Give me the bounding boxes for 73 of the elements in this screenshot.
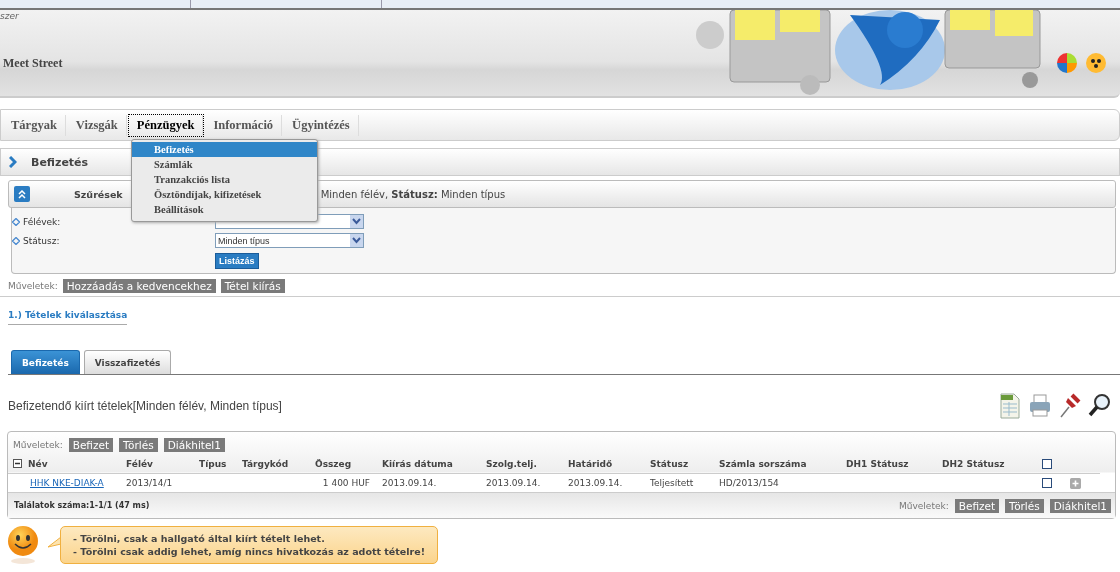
table-cell: 2013.09.14. bbox=[382, 478, 437, 488]
menu-item[interactable]: Tranzakciós lista bbox=[132, 172, 317, 187]
double-chevron-up-icon bbox=[18, 189, 26, 199]
filter-title: Szűrések bbox=[74, 188, 123, 200]
column-header: DH2 Státusz bbox=[942, 458, 1005, 469]
chevron-icon bbox=[9, 156, 17, 168]
actions-label: Műveletek: bbox=[8, 281, 58, 291]
checkbox[interactable] bbox=[1042, 478, 1052, 488]
item-link[interactable]: HHK NKE-DIAK-A bbox=[8, 478, 104, 488]
nav-tab[interactable]: Pénzügyek bbox=[128, 114, 204, 136]
smiley-icon bbox=[7, 525, 39, 565]
nav-tab[interactable]: Ügyintézés bbox=[284, 114, 359, 136]
table-cell: 2013.09.14. bbox=[568, 478, 623, 488]
menu-item[interactable]: Ösztöndíjak, kifizetések bbox=[132, 187, 317, 202]
actions-label: Műveletek: bbox=[899, 500, 949, 511]
field-label: Státusz: bbox=[23, 235, 60, 246]
column-header: Kiírás dátuma bbox=[382, 458, 453, 469]
table-cell: 2013/14/1 bbox=[126, 478, 173, 488]
tab[interactable]: Befizetés bbox=[11, 350, 80, 374]
table-cell: 1 400 HUF bbox=[322, 478, 370, 488]
action-button[interactable]: Befizet bbox=[954, 498, 1000, 513]
column-header: Típus bbox=[199, 458, 227, 469]
info-text: - Törölni csak addig lehet, amíg nincs hivatkozás az adott tételre! bbox=[73, 545, 425, 558]
select-field[interactable]: Minden típus bbox=[215, 233, 364, 248]
table-cell: 2013.09.14. bbox=[486, 478, 541, 488]
site-title: Meet Street bbox=[3, 56, 63, 71]
step-link[interactable]: 1.) Tételek kiválasztása bbox=[8, 310, 128, 325]
column-header: DH1 Státusz bbox=[846, 458, 909, 469]
action-button[interactable]: Befizet bbox=[68, 438, 114, 452]
actions-label: Műveletek: bbox=[13, 440, 63, 450]
printer-icon[interactable] bbox=[1028, 392, 1052, 420]
tab[interactable]: Visszafizetés bbox=[83, 350, 172, 374]
column-header: Szolg.telj. bbox=[486, 458, 537, 469]
column-header: Számla sorszáma bbox=[719, 458, 807, 469]
nav-tab[interactable]: Tárgyak bbox=[3, 114, 66, 136]
action-button[interactable]: Diákhitel1 bbox=[163, 438, 225, 452]
dropdown-arrow-icon bbox=[350, 215, 363, 228]
info-text: - Törölni, csak a hallgató által kiírt tételt lehet. bbox=[73, 532, 326, 545]
table-cell: Teljesített bbox=[650, 478, 694, 488]
dropdown-arrow-icon bbox=[350, 234, 363, 247]
column-header: Összeg bbox=[315, 458, 352, 469]
action-button[interactable]: Hozzáadás a kedvencekhez bbox=[62, 279, 216, 293]
collapse-button[interactable] bbox=[14, 186, 30, 202]
page-title: Befizetés bbox=[31, 155, 89, 169]
checkbox[interactable] bbox=[1042, 458, 1052, 469]
menu-item[interactable]: Számlák bbox=[132, 157, 317, 172]
bullet-icon bbox=[12, 236, 20, 245]
result-count: Találatok száma:1-1/1 (47 ms) bbox=[14, 501, 150, 510]
color-wheel-icon[interactable] bbox=[1057, 53, 1077, 73]
collapse-icon[interactable] bbox=[13, 459, 22, 468]
column-header: Név bbox=[28, 458, 48, 469]
menu-item[interactable]: Befizetés bbox=[132, 142, 317, 157]
action-button[interactable]: Tétel kiírás bbox=[220, 279, 285, 293]
nav-tab[interactable]: Információ bbox=[205, 114, 283, 136]
column-header: Félév bbox=[126, 458, 153, 469]
field-label: Félévek: bbox=[23, 216, 61, 227]
list-button[interactable]: Listázás bbox=[215, 253, 259, 269]
action-button[interactable]: Diákhitel1 bbox=[1049, 498, 1111, 513]
bullet-icon bbox=[12, 217, 20, 226]
list-title: Befizetendő kiírt tételek[Minden félév, Minden típus] bbox=[8, 399, 282, 413]
action-button[interactable]: Törlés bbox=[1005, 498, 1044, 513]
header-subtitle: szer bbox=[0, 11, 19, 21]
column-header: Határidő bbox=[568, 458, 613, 469]
column-header: Státusz bbox=[650, 458, 689, 469]
nav-tab[interactable]: Vizsgák bbox=[67, 114, 127, 136]
pushpin-icon[interactable] bbox=[1058, 392, 1082, 420]
accessibility-icon[interactable] bbox=[1086, 53, 1106, 73]
table-cell: HD/2013/154 bbox=[719, 478, 779, 488]
spreadsheet-icon[interactable] bbox=[998, 392, 1022, 420]
menu-item[interactable]: Beállítások bbox=[132, 202, 317, 217]
action-button[interactable]: Törlés bbox=[119, 438, 158, 452]
filter-summary: Minden félév, Státusz: Minden típus bbox=[320, 188, 506, 200]
column-header: Tárgykód bbox=[242, 458, 289, 469]
